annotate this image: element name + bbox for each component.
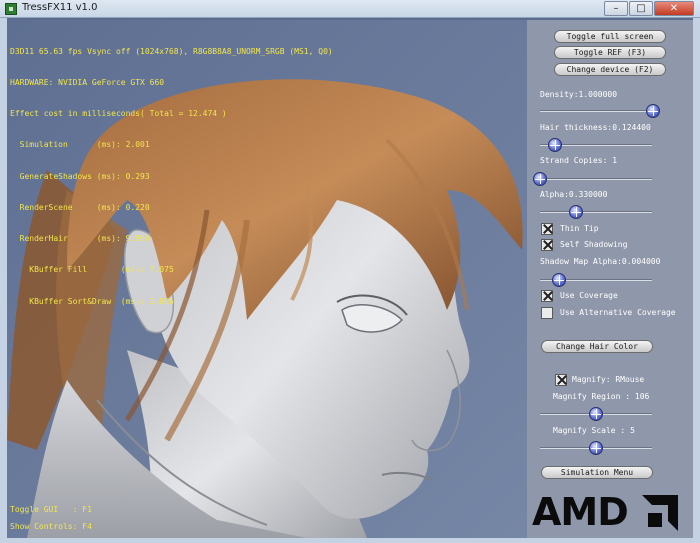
thin-tip-checkbox[interactable] bbox=[541, 223, 553, 235]
alpha-label: Alpha:0.330000 bbox=[540, 190, 608, 199]
slider-knob[interactable] bbox=[589, 441, 603, 455]
simulation-menu-button[interactable]: Simulation Menu bbox=[541, 466, 653, 479]
magnify-region-label: Magnify Region : 106 bbox=[553, 392, 650, 401]
slider-knob[interactable] bbox=[569, 205, 583, 219]
slider-knob[interactable] bbox=[646, 104, 660, 118]
strand-copies-label: Strand Copies: 1 bbox=[540, 156, 618, 165]
slider-track bbox=[540, 110, 660, 112]
use-coverage-label: Use Coverage bbox=[560, 291, 618, 300]
window-controls: – □ ✕ bbox=[603, 1, 694, 16]
toggle-ref-button[interactable]: Toggle REF (F3) bbox=[554, 46, 666, 59]
strand-copies-slider[interactable] bbox=[533, 172, 652, 186]
self-shadowing-label: Self Shadowing bbox=[560, 240, 628, 249]
shadow-map-alpha-slider[interactable] bbox=[540, 273, 652, 287]
stats-overlay: D3D11 65.63 fps Vsync off (1024x768), R8… bbox=[10, 26, 333, 317]
magnify-label: Magnify: RMouse bbox=[572, 375, 645, 384]
slider-track bbox=[540, 211, 652, 213]
minimize-button[interactable]: – bbox=[604, 1, 628, 16]
title-bar: TressFX11 v1.0 – □ ✕ bbox=[0, 0, 700, 18]
hud-line: KBuffer Sort&Draw (ms): 2.886 bbox=[10, 296, 174, 306]
amd-logo: AMD bbox=[532, 491, 682, 533]
use-coverage-checkbox[interactable] bbox=[541, 290, 553, 302]
hud-line: KBuffer Fill (ms): 7.075 bbox=[10, 265, 174, 275]
hair-thickness-label: Hair thickness:0.124400 bbox=[540, 123, 651, 132]
magnify-region-slider[interactable] bbox=[540, 407, 652, 421]
hud-line: D3D11 65.63 fps Vsync off (1024x768), R8… bbox=[10, 46, 333, 56]
change-hair-color-button[interactable]: Change Hair Color bbox=[541, 340, 653, 353]
hud-toggle-gui-hint: Toggle GUI : F1 bbox=[10, 505, 92, 514]
magnify-checkbox[interactable] bbox=[555, 374, 567, 386]
close-button[interactable]: ✕ bbox=[654, 1, 694, 16]
slider-knob[interactable] bbox=[548, 138, 562, 152]
window-title: TressFX11 v1.0 bbox=[22, 2, 98, 13]
density-label: Density:1.000000 bbox=[540, 90, 618, 99]
hud-show-controls-hint: Show Controls: F4 bbox=[10, 522, 92, 531]
window-frame-left bbox=[0, 18, 7, 543]
app-icon bbox=[5, 3, 17, 15]
thin-tip-label: Thin Tip bbox=[560, 224, 599, 233]
density-slider[interactable] bbox=[540, 104, 660, 118]
slider-knob[interactable] bbox=[552, 273, 566, 287]
magnify-scale-label: Magnify Scale : 5 bbox=[553, 426, 635, 435]
hud-line: GenerateShadows (ms): 0.293 bbox=[10, 171, 150, 181]
self-shadowing-checkbox[interactable] bbox=[541, 239, 553, 251]
amd-logo-text: AMD bbox=[532, 490, 629, 534]
hud-line: Effect cost in milliseconds( Total = 12.… bbox=[10, 109, 227, 119]
shadow-map-alpha-label: Shadow Map Alpha:0.004000 bbox=[540, 257, 661, 266]
use-alt-coverage-label: Use Alternative Coverage bbox=[560, 308, 676, 317]
slider-knob[interactable] bbox=[589, 407, 603, 421]
hud-line: HARDWARE: NVIDIA GeForce GTX 660 bbox=[10, 78, 165, 88]
slider-track bbox=[533, 178, 652, 180]
window-frame-bottom bbox=[0, 538, 700, 543]
hud-line: Simulation (ms): 2.001 bbox=[10, 140, 150, 150]
window-frame-right bbox=[693, 18, 700, 543]
hud-line: RenderHair (ms): 9.960 bbox=[10, 234, 150, 244]
hud-line: RenderScene (ms): 0.220 bbox=[10, 202, 150, 212]
change-device-button[interactable]: Change device (F2) bbox=[554, 63, 666, 76]
hair-thickness-slider[interactable] bbox=[540, 138, 652, 152]
amd-arrow-icon bbox=[642, 495, 678, 531]
maximize-button[interactable]: □ bbox=[629, 1, 653, 16]
magnify-scale-slider[interactable] bbox=[540, 441, 652, 455]
toggle-fullscreen-button[interactable]: Toggle full screen bbox=[554, 30, 666, 43]
use-alt-coverage-checkbox[interactable] bbox=[541, 307, 553, 319]
alpha-slider[interactable] bbox=[540, 205, 652, 219]
slider-knob[interactable] bbox=[533, 172, 547, 186]
